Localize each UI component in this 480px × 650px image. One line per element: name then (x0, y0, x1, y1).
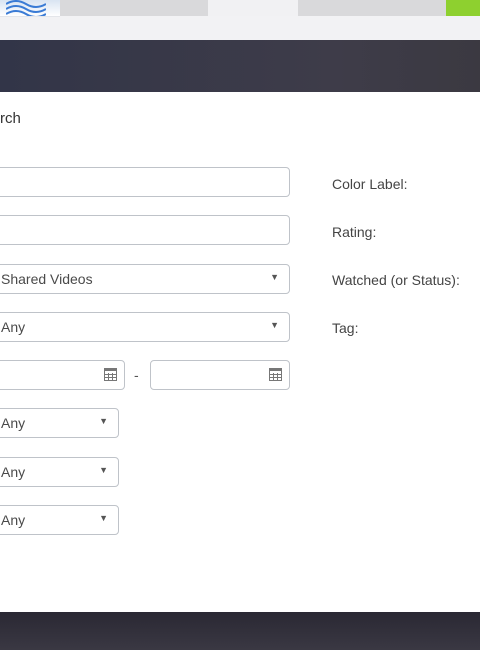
filter-1-value: Any (1, 415, 26, 431)
keyword-input[interactable] (0, 167, 290, 197)
rating-label: Rating: (332, 224, 377, 240)
date-to-input[interactable] (150, 360, 290, 390)
app-tile-wave[interactable] (0, 0, 60, 17)
type-value: Any (1, 319, 26, 335)
date-range-separator: - (134, 367, 139, 383)
wave-logo-icon (6, 0, 46, 16)
shared-folder-select[interactable]: Shared Videos ▼ (0, 264, 290, 294)
filter-select-1[interactable]: Any ▼ (0, 408, 119, 438)
tag-label: Tag: (332, 320, 359, 336)
watched-status-label: Watched (or Status): (332, 272, 460, 288)
desktop-background (0, 612, 480, 650)
app-tile-grid[interactable] (208, 0, 468, 16)
filter-3-value: Any (1, 512, 26, 528)
filter-2-value: Any (1, 464, 26, 480)
app-tile-2[interactable] (60, 0, 208, 16)
caret-down-icon: ▼ (99, 513, 108, 523)
filter-select-3[interactable]: Any ▼ (0, 505, 119, 535)
app-tile-green[interactable] (446, 0, 480, 16)
taskbar (0, 0, 480, 40)
shared-folder-value: Shared Videos (1, 271, 93, 287)
window-header (0, 40, 480, 92)
caret-down-icon: ▼ (99, 465, 108, 475)
dialog-title: rch (0, 110, 21, 127)
path-input[interactable] (0, 215, 290, 245)
app-tile-4[interactable] (298, 0, 446, 16)
date-from-input[interactable] (0, 360, 125, 390)
color-label-label: Color Label: (332, 176, 408, 192)
calendar-icon[interactable] (269, 368, 282, 381)
caret-down-icon: ▼ (270, 320, 279, 330)
caret-down-icon: ▼ (270, 272, 279, 282)
filter-select-2[interactable]: Any ▼ (0, 457, 119, 487)
caret-down-icon: ▼ (99, 416, 108, 426)
calendar-icon[interactable] (104, 368, 117, 381)
type-select[interactable]: Any ▼ (0, 312, 290, 342)
